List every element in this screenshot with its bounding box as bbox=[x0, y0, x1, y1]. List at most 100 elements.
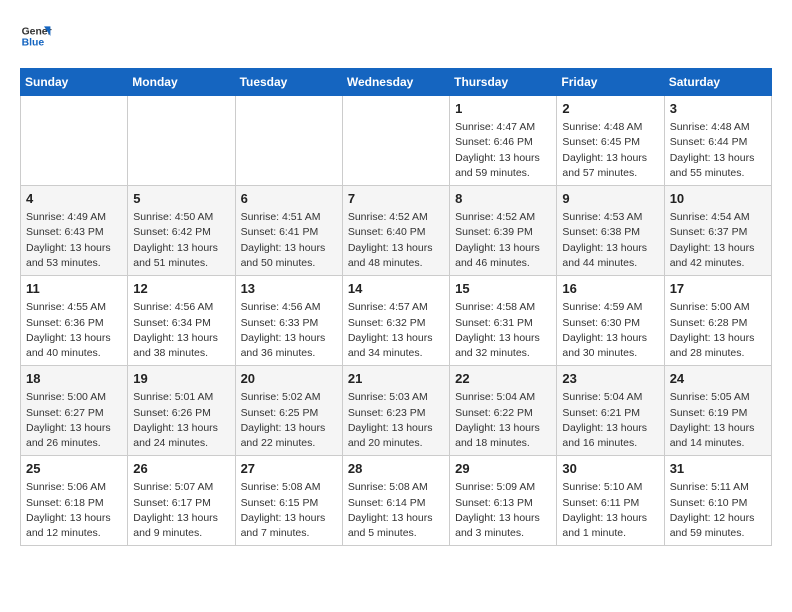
day-info: Sunrise: 4:55 AM Sunset: 6:36 PM Dayligh… bbox=[26, 300, 122, 361]
week-row-2: 4 Sunrise: 4:49 AM Sunset: 6:43 PM Daylig… bbox=[21, 186, 772, 276]
day-number: 31 bbox=[670, 460, 766, 478]
week-row-1: 1 Sunrise: 4:47 AM Sunset: 6:46 PM Daylig… bbox=[21, 96, 772, 186]
calendar-cell: 7 Sunrise: 4:52 AM Sunset: 6:40 PM Daylig… bbox=[342, 186, 449, 276]
calendar-cell: 20 Sunrise: 5:02 AM Sunset: 6:25 PM Dayli… bbox=[235, 366, 342, 456]
day-number: 18 bbox=[26, 370, 122, 388]
week-row-5: 25 Sunrise: 5:06 AM Sunset: 6:18 PM Dayli… bbox=[21, 456, 772, 546]
header-thursday: Thursday bbox=[450, 69, 557, 96]
day-info: Sunrise: 5:07 AM Sunset: 6:17 PM Dayligh… bbox=[133, 480, 229, 541]
day-number: 4 bbox=[26, 190, 122, 208]
day-number: 24 bbox=[670, 370, 766, 388]
day-number: 22 bbox=[455, 370, 551, 388]
calendar-cell: 28Sunrise: 5:08 AM Sunset: 6:14 PM Dayli… bbox=[342, 456, 449, 546]
header-row: SundayMondayTuesdayWednesdayThursdayFrid… bbox=[21, 69, 772, 96]
day-info: Sunrise: 5:00 AM Sunset: 6:27 PM Dayligh… bbox=[26, 390, 122, 451]
header-sunday: Sunday bbox=[21, 69, 128, 96]
day-info: Sunrise: 4:48 AM Sunset: 6:44 PM Dayligh… bbox=[670, 120, 766, 181]
header-tuesday: Tuesday bbox=[235, 69, 342, 96]
day-info: Sunrise: 5:10 AM Sunset: 6:11 PM Dayligh… bbox=[562, 480, 658, 541]
day-number: 25 bbox=[26, 460, 122, 478]
day-info: Sunrise: 4:50 AM Sunset: 6:42 PM Dayligh… bbox=[133, 210, 229, 271]
day-info: Sunrise: 5:08 AM Sunset: 6:14 PM Dayligh… bbox=[348, 480, 444, 541]
calendar-cell: 23 Sunrise: 5:04 AM Sunset: 6:21 PM Dayli… bbox=[557, 366, 664, 456]
calendar-cell: 19Sunrise: 5:01 AM Sunset: 6:26 PM Dayli… bbox=[128, 366, 235, 456]
day-number: 20 bbox=[241, 370, 337, 388]
calendar-cell: 26 Sunrise: 5:07 AM Sunset: 6:17 PM Dayli… bbox=[128, 456, 235, 546]
day-info: Sunrise: 5:06 AM Sunset: 6:18 PM Dayligh… bbox=[26, 480, 122, 541]
calendar-cell: 16 Sunrise: 4:59 AM Sunset: 6:30 PM Dayli… bbox=[557, 276, 664, 366]
day-number: 8 bbox=[455, 190, 551, 208]
day-number: 6 bbox=[241, 190, 337, 208]
calendar-cell: 24 Sunrise: 5:05 AM Sunset: 6:19 PM Dayli… bbox=[664, 366, 771, 456]
calendar-cell: 29 Sunrise: 5:09 AM Sunset: 6:13 PM Dayli… bbox=[450, 456, 557, 546]
calendar-cell: 3Sunrise: 4:48 AM Sunset: 6:44 PM Daylig… bbox=[664, 96, 771, 186]
day-info: Sunrise: 4:56 AM Sunset: 6:33 PM Dayligh… bbox=[241, 300, 337, 361]
day-info: Sunrise: 4:57 AM Sunset: 6:32 PM Dayligh… bbox=[348, 300, 444, 361]
day-info: Sunrise: 5:01 AM Sunset: 6:26 PM Dayligh… bbox=[133, 390, 229, 451]
day-number: 1 bbox=[455, 100, 551, 118]
day-number: 27 bbox=[241, 460, 337, 478]
day-number: 10 bbox=[670, 190, 766, 208]
day-number: 7 bbox=[348, 190, 444, 208]
day-info: Sunrise: 5:04 AM Sunset: 6:21 PM Dayligh… bbox=[562, 390, 658, 451]
calendar-cell: 30 Sunrise: 5:10 AM Sunset: 6:11 PM Dayli… bbox=[557, 456, 664, 546]
day-number: 13 bbox=[241, 280, 337, 298]
day-info: Sunrise: 4:47 AM Sunset: 6:46 PM Dayligh… bbox=[455, 120, 551, 181]
calendar-cell: 4 Sunrise: 4:49 AM Sunset: 6:43 PM Daylig… bbox=[21, 186, 128, 276]
day-info: Sunrise: 5:00 AM Sunset: 6:28 PM Dayligh… bbox=[670, 300, 766, 361]
day-number: 2 bbox=[562, 100, 658, 118]
day-info: Sunrise: 4:49 AM Sunset: 6:43 PM Dayligh… bbox=[26, 210, 122, 271]
header-monday: Monday bbox=[128, 69, 235, 96]
day-info: Sunrise: 4:56 AM Sunset: 6:34 PM Dayligh… bbox=[133, 300, 229, 361]
day-info: Sunrise: 5:05 AM Sunset: 6:19 PM Dayligh… bbox=[670, 390, 766, 451]
calendar-cell: 21Sunrise: 5:03 AM Sunset: 6:23 PM Dayli… bbox=[342, 366, 449, 456]
calendar-cell: 8 Sunrise: 4:52 AM Sunset: 6:39 PM Daylig… bbox=[450, 186, 557, 276]
calendar-cell bbox=[128, 96, 235, 186]
day-number: 15 bbox=[455, 280, 551, 298]
day-number: 26 bbox=[133, 460, 229, 478]
calendar-cell: 12 Sunrise: 4:56 AM Sunset: 6:34 PM Dayli… bbox=[128, 276, 235, 366]
calendar-cell: 11 Sunrise: 4:55 AM Sunset: 6:36 PM Dayli… bbox=[21, 276, 128, 366]
day-info: Sunrise: 4:54 AM Sunset: 6:37 PM Dayligh… bbox=[670, 210, 766, 271]
header-wednesday: Wednesday bbox=[342, 69, 449, 96]
day-number: 12 bbox=[133, 280, 229, 298]
calendar-cell: 9 Sunrise: 4:53 AM Sunset: 6:38 PM Daylig… bbox=[557, 186, 664, 276]
day-info: Sunrise: 4:52 AM Sunset: 6:39 PM Dayligh… bbox=[455, 210, 551, 271]
calendar-cell: 27 Sunrise: 5:08 AM Sunset: 6:15 PM Dayli… bbox=[235, 456, 342, 546]
day-info: Sunrise: 4:52 AM Sunset: 6:40 PM Dayligh… bbox=[348, 210, 444, 271]
calendar-cell bbox=[235, 96, 342, 186]
calendar-cell: 22Sunrise: 5:04 AM Sunset: 6:22 PM Dayli… bbox=[450, 366, 557, 456]
day-number: 23 bbox=[562, 370, 658, 388]
calendar-cell: 5Sunrise: 4:50 AM Sunset: 6:42 PM Daylig… bbox=[128, 186, 235, 276]
calendar-cell: 10 Sunrise: 4:54 AM Sunset: 6:37 PM Dayli… bbox=[664, 186, 771, 276]
day-number: 29 bbox=[455, 460, 551, 478]
day-number: 30 bbox=[562, 460, 658, 478]
day-number: 16 bbox=[562, 280, 658, 298]
day-number: 17 bbox=[670, 280, 766, 298]
logo-icon: General Blue bbox=[20, 20, 52, 52]
calendar-cell: 13 Sunrise: 4:56 AM Sunset: 6:33 PM Dayli… bbox=[235, 276, 342, 366]
calendar-cell: 17 Sunrise: 5:00 AM Sunset: 6:28 PM Dayli… bbox=[664, 276, 771, 366]
day-number: 21 bbox=[348, 370, 444, 388]
header-saturday: Saturday bbox=[664, 69, 771, 96]
week-row-3: 11 Sunrise: 4:55 AM Sunset: 6:36 PM Dayli… bbox=[21, 276, 772, 366]
calendar-cell: 2 Sunrise: 4:48 AM Sunset: 6:45 PM Daylig… bbox=[557, 96, 664, 186]
calendar-table: SundayMondayTuesdayWednesdayThursdayFrid… bbox=[20, 68, 772, 546]
week-row-4: 18 Sunrise: 5:00 AM Sunset: 6:27 PM Dayli… bbox=[21, 366, 772, 456]
calendar-cell: 18 Sunrise: 5:00 AM Sunset: 6:27 PM Dayli… bbox=[21, 366, 128, 456]
calendar-cell: 15 Sunrise: 4:58 AM Sunset: 6:31 PM Dayli… bbox=[450, 276, 557, 366]
day-info: Sunrise: 4:48 AM Sunset: 6:45 PM Dayligh… bbox=[562, 120, 658, 181]
svg-text:Blue: Blue bbox=[22, 38, 45, 49]
day-info: Sunrise: 5:08 AM Sunset: 6:15 PM Dayligh… bbox=[241, 480, 337, 541]
day-info: Sunrise: 5:09 AM Sunset: 6:13 PM Dayligh… bbox=[455, 480, 551, 541]
day-number: 9 bbox=[562, 190, 658, 208]
calendar-cell: 14Sunrise: 4:57 AM Sunset: 6:32 PM Dayli… bbox=[342, 276, 449, 366]
calendar-cell: 25 Sunrise: 5:06 AM Sunset: 6:18 PM Dayli… bbox=[21, 456, 128, 546]
calendar-cell: 31 Sunrise: 5:11 AM Sunset: 6:10 PM Dayli… bbox=[664, 456, 771, 546]
day-number: 11 bbox=[26, 280, 122, 298]
day-info: Sunrise: 4:53 AM Sunset: 6:38 PM Dayligh… bbox=[562, 210, 658, 271]
day-info: Sunrise: 5:02 AM Sunset: 6:25 PM Dayligh… bbox=[241, 390, 337, 451]
day-info: Sunrise: 5:11 AM Sunset: 6:10 PM Dayligh… bbox=[670, 480, 766, 541]
day-info: Sunrise: 4:58 AM Sunset: 6:31 PM Dayligh… bbox=[455, 300, 551, 361]
day-info: Sunrise: 4:59 AM Sunset: 6:30 PM Dayligh… bbox=[562, 300, 658, 361]
